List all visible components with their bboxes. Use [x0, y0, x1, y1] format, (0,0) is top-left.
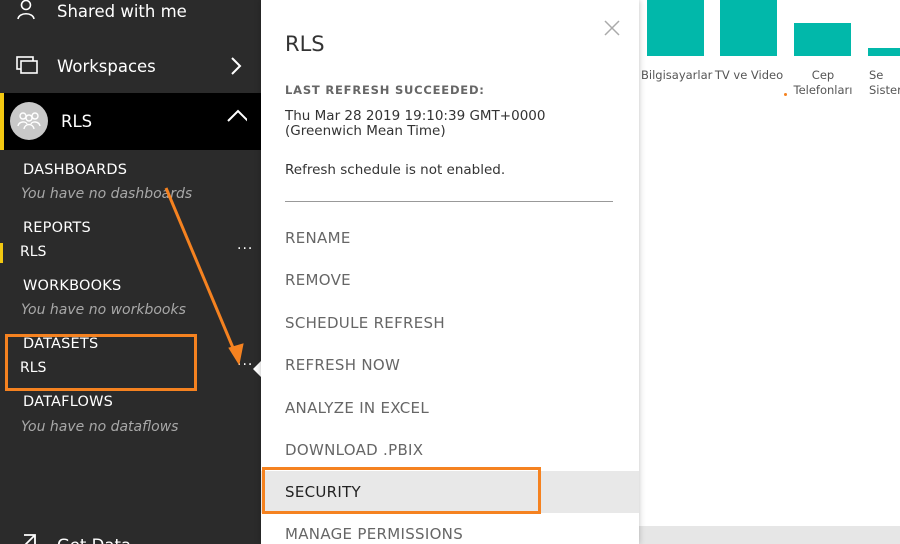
- workbooks-empty-text: You have no workbooks: [21, 302, 186, 318]
- panel-title: RLS: [285, 32, 325, 56]
- section-dashboards-title[interactable]: DASHBOARDS: [23, 162, 127, 178]
- nav-get-data-label: Get Data: [57, 536, 131, 544]
- dataflows-empty-text: You have no dataflows: [21, 419, 179, 435]
- menu-analyze-in-excel[interactable]: ANALYZE IN EXCEL: [261, 387, 639, 429]
- menu-download-pbix[interactable]: DOWNLOAD .PBIX: [261, 429, 639, 471]
- chevron-right-icon[interactable]: [227, 55, 245, 77]
- people-icon: [17, 0, 35, 20]
- dataset-options-panel: RLS LAST REFRESH SUCCEEDED: Thu Mar 28 2…: [261, 0, 639, 544]
- x-label-1: Bilgisayarlar: [641, 68, 713, 82]
- last-refresh-date: Thu Mar 28 2019 19:10:39 GMT+0000 (Green…: [285, 108, 546, 139]
- nav-workspace-rls[interactable]: RLS: [0, 93, 261, 150]
- nav-shared-label: Shared with me: [57, 1, 187, 21]
- bar-se-sister[interactable]: [868, 48, 900, 56]
- menu-remove[interactable]: REMOVE: [261, 259, 639, 301]
- dashboards-empty-text: You have no dashboards: [21, 186, 193, 202]
- chevron-up-icon[interactable]: [225, 105, 247, 127]
- nav-workspaces-label: Workspaces: [57, 56, 156, 76]
- section-workbooks-title[interactable]: WORKBOOKS: [23, 278, 121, 294]
- datasets-highlight-box: [5, 334, 197, 391]
- nav-workspaces[interactable]: Workspaces: [0, 43, 261, 89]
- report-item-rls[interactable]: RLS: [20, 244, 46, 260]
- legend-marker: [784, 93, 787, 96]
- nav-shared-with-me[interactable]: Shared with me: [0, 0, 261, 34]
- menu-manage-permissions[interactable]: MANAGE PERMISSIONS: [261, 513, 639, 544]
- group-avatar-icon: [10, 102, 48, 140]
- last-refresh-label: LAST REFRESH SUCCEEDED:: [285, 83, 485, 97]
- x-label-4: Se Sister: [869, 68, 900, 97]
- bar-bilgisayarlar[interactable]: [647, 0, 704, 56]
- nav-workspace-label: RLS: [61, 112, 93, 131]
- schedule-note: Refresh schedule is not enabled.: [285, 162, 506, 178]
- section-dataflows-title[interactable]: DATAFLOWS: [23, 394, 113, 410]
- chart-bottom-bar: [639, 526, 900, 544]
- menu-schedule-refresh[interactable]: SCHEDULE REFRESH: [261, 302, 639, 344]
- section-reports-title[interactable]: REPORTS: [23, 220, 91, 236]
- arrow-northeast-icon: [24, 534, 36, 544]
- close-icon[interactable]: [604, 20, 620, 36]
- bar-cep-telefonlari[interactable]: [794, 23, 851, 56]
- bar-tv-ve-video[interactable]: [720, 0, 777, 56]
- dataset-more-options[interactable]: ···: [237, 357, 253, 373]
- panel-divider: [285, 201, 613, 202]
- workspaces-icon: [16, 56, 38, 74]
- menu-rename[interactable]: RENAME: [261, 217, 639, 259]
- sidebar: Shared with me Workspaces RLS DASHBOARDS…: [0, 0, 261, 544]
- x-label-2: TV ve Video: [714, 68, 784, 82]
- x-label-3: Cep Telefonları: [793, 68, 853, 97]
- menu-refresh-now[interactable]: REFRESH NOW: [261, 344, 639, 386]
- report-selected-indicator: [0, 243, 3, 263]
- nav-get-data[interactable]: Get Data: [0, 522, 261, 544]
- security-highlight-box: [262, 467, 541, 514]
- report-more-options[interactable]: ···: [237, 241, 253, 257]
- chart-area: Bilgisayarlar TV ve Video Cep Telefonlar…: [639, 0, 900, 544]
